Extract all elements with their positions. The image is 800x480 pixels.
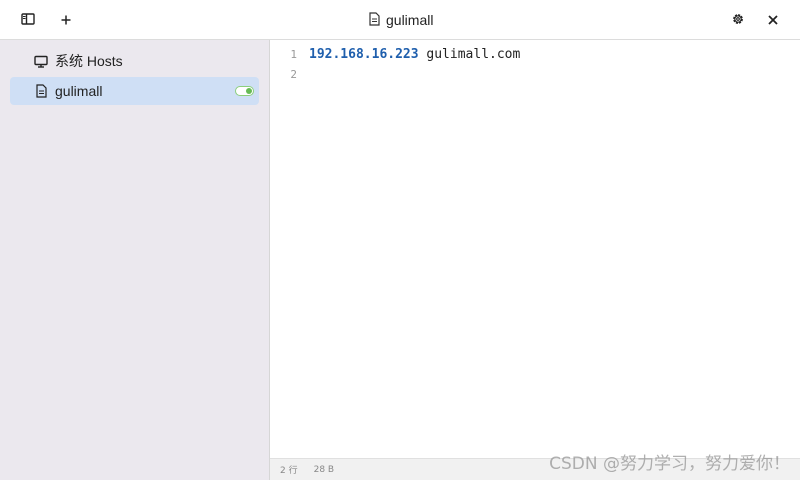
gear-icon xyxy=(731,11,745,30)
monitor-icon xyxy=(34,54,48,68)
settings-button[interactable] xyxy=(726,8,750,32)
watermark: CSDN @努力学习，努力爱你！ xyxy=(549,454,790,474)
file-size: 28 B xyxy=(313,464,335,475)
add-hosts-button[interactable] xyxy=(54,8,78,32)
hostname: gulimall.com xyxy=(418,46,521,62)
line-count: 2 行 xyxy=(280,466,298,476)
plus-icon xyxy=(60,11,72,30)
window-title-text: gulimall xyxy=(386,12,434,28)
sidebar-item-system-hosts[interactable]: 系统 Hosts xyxy=(10,47,259,75)
sidebar-item-gulimall[interactable]: gulimall xyxy=(10,77,259,105)
window-title: gulimall xyxy=(368,10,433,30)
ip-address: 192.168.16.223 xyxy=(309,46,419,62)
sidebar-panel-icon xyxy=(21,11,35,30)
sidebar-toggle-button[interactable] xyxy=(16,8,40,32)
title-bar: gulimall xyxy=(0,0,800,40)
file-icon xyxy=(368,11,380,30)
close-button[interactable] xyxy=(761,8,785,32)
sidebar: 系统 Hosts gulimall xyxy=(0,40,270,480)
editor-line: 1 192.168.16.223 gulimall.com xyxy=(270,44,800,64)
sidebar-item-label: 系统 Hosts xyxy=(55,53,123,69)
line-number: 2 xyxy=(290,67,297,81)
file-icon xyxy=(34,84,48,98)
line-content: 192.168.16.223 gulimall.com xyxy=(309,47,520,62)
line-number: 1 xyxy=(290,47,297,61)
hosts-editor[interactable]: 1 192.168.16.223 gulimall.com 2 xyxy=(270,40,800,458)
editor-line: 2 xyxy=(270,64,800,84)
enable-toggle[interactable] xyxy=(235,86,254,96)
toggle-knob xyxy=(246,88,252,94)
close-icon xyxy=(767,11,779,30)
sidebar-item-label: gulimall xyxy=(55,83,103,99)
